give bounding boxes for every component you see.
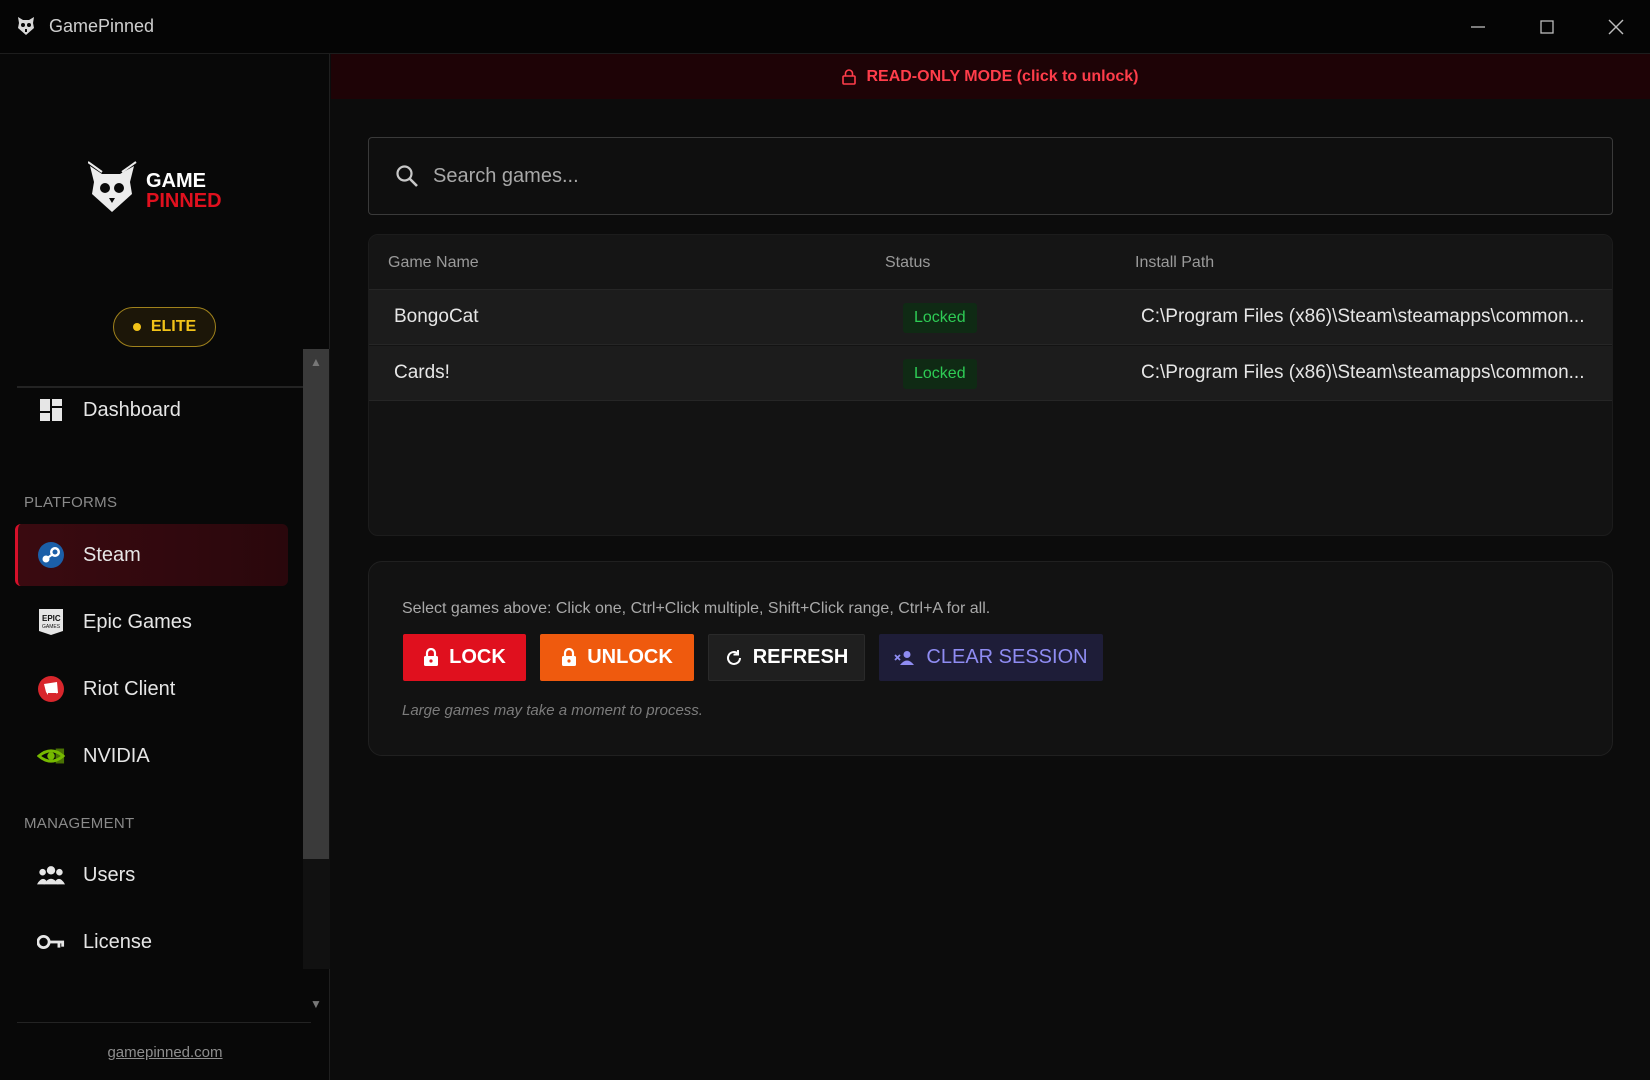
actions-panel: Select games above: Click one, Ctrl+Clic… <box>368 561 1613 756</box>
sidebar-nav: Dashboard PLATFORMS Steam EPIC GAMES Epic… <box>0 348 303 968</box>
clear-session-button-label: CLEAR SESSION <box>926 646 1088 668</box>
sidebar-item-epic-games[interactable]: EPIC GAMES Epic Games <box>15 591 288 653</box>
minimize-button[interactable] <box>1445 0 1511 54</box>
maximize-icon <box>1540 20 1554 34</box>
gamepinned-logo: GAME PINNED <box>87 160 238 220</box>
epic-games-icon: EPIC GAMES <box>37 608 65 636</box>
games-table: Game Name Status Install Path BongoCat L… <box>368 234 1613 536</box>
sidebar-item-label: Riot Client <box>83 677 176 700</box>
unlock-button[interactable]: UNLOCK <box>540 634 694 681</box>
sidebar-item-label: License <box>83 930 152 953</box>
column-header-install-path[interactable]: Install Path <box>1135 254 1214 272</box>
unlock-icon <box>562 648 577 666</box>
close-icon <box>1608 19 1624 35</box>
game-name-cell: Cards! <box>394 362 450 383</box>
sidebar-item-label: NVIDIA <box>83 744 150 767</box>
sidebar-item-nvidia[interactable]: NVIDIA <box>15 725 288 787</box>
steam-icon <box>37 541 65 569</box>
dashboard-icon <box>37 396 65 424</box>
table-header: Game Name Status Install Path <box>369 235 1612 290</box>
clear-session-icon <box>894 650 915 665</box>
sidebar-item-label: Steam <box>83 543 141 566</box>
table-row[interactable]: BongoCat Locked C:\Program Files (x86)\S… <box>369 290 1612 345</box>
sidebar-item-label: Dashboard <box>83 398 181 421</box>
platforms-section-label: PLATFORMS <box>24 494 118 511</box>
sidebar-item-dashboard[interactable]: Dashboard <box>15 379 288 441</box>
sidebar-item-riot-client[interactable]: Riot Client <box>15 658 288 720</box>
management-section-label: MANAGEMENT <box>24 815 135 832</box>
status-badge: Locked <box>903 303 977 333</box>
sidebar-footer-divider <box>17 1022 311 1023</box>
column-header-game-name[interactable]: Game Name <box>388 254 479 272</box>
app-logo-icon <box>18 17 34 35</box>
read-only-banner[interactable]: READ-ONLY MODE (click to unlock) <box>331 54 1650 99</box>
clear-session-button[interactable]: CLEAR SESSION <box>879 634 1103 681</box>
logo-line-1: GAME <box>146 170 206 192</box>
scroll-down-arrow-icon[interactable]: ▼ <box>303 993 329 1015</box>
search-input[interactable] <box>433 164 1533 188</box>
sidebar-item-license[interactable]: License <box>15 911 288 968</box>
search-box[interactable] <box>368 137 1613 215</box>
column-header-status[interactable]: Status <box>885 254 930 272</box>
elite-dot-icon <box>132 323 141 331</box>
sidebar-item-steam[interactable]: Steam <box>15 524 288 586</box>
status-badge: Locked <box>903 359 977 389</box>
lock-icon <box>842 68 857 85</box>
game-name-cell: BongoCat <box>394 306 479 327</box>
maximize-button[interactable] <box>1514 0 1580 54</box>
search-icon <box>396 165 418 187</box>
install-path-cell: C:\Program Files (x86)\Steam\steamapps\c… <box>1141 362 1585 383</box>
minimize-icon <box>1471 26 1485 28</box>
website-link[interactable]: gamepinned.com <box>0 1044 330 1061</box>
title-bar: GamePinned <box>0 0 1650 54</box>
scroll-up-arrow-icon[interactable]: ▲ <box>303 351 329 373</box>
lock-icon <box>424 648 439 666</box>
processing-note: Large games may take a moment to process… <box>402 702 703 719</box>
svg-text:EPIC: EPIC <box>42 614 61 623</box>
sidebar-item-label: Users <box>83 863 136 886</box>
elite-label: ELITE <box>150 318 197 335</box>
refresh-button[interactable]: REFRESH <box>708 634 865 681</box>
logo-line-2: PINNED <box>146 190 222 212</box>
svg-text:GAMES: GAMES <box>42 624 61 630</box>
close-button[interactable] <box>1583 0 1649 54</box>
elite-badge: ELITE <box>113 307 216 347</box>
unlock-button-label: UNLOCK <box>587 646 673 668</box>
sidebar-item-label: Epic Games <box>83 610 192 633</box>
sidebar-scroll-thumb[interactable] <box>303 349 329 859</box>
table-row[interactable]: Cards! Locked C:\Program Files (x86)\Ste… <box>369 346 1612 401</box>
lock-button[interactable]: LOCK <box>403 634 526 681</box>
users-icon <box>37 861 65 889</box>
window-title: GamePinned <box>49 16 155 36</box>
nvidia-icon <box>37 742 65 770</box>
lock-button-label: LOCK <box>449 646 506 668</box>
riot-client-icon <box>37 675 65 703</box>
install-path-cell: C:\Program Files (x86)\Steam\steamapps\c… <box>1141 306 1585 327</box>
selection-hint: Select games above: Click one, Ctrl+Clic… <box>402 600 991 617</box>
key-icon <box>37 928 65 956</box>
refresh-icon <box>726 649 741 665</box>
sidebar-item-users[interactable]: Users <box>15 844 288 906</box>
refresh-button-label: REFRESH <box>752 646 849 668</box>
banner-text: READ-ONLY MODE (click to unlock) <box>866 67 1139 85</box>
logo-emblem-icon: GAME PINNED <box>87 161 222 212</box>
